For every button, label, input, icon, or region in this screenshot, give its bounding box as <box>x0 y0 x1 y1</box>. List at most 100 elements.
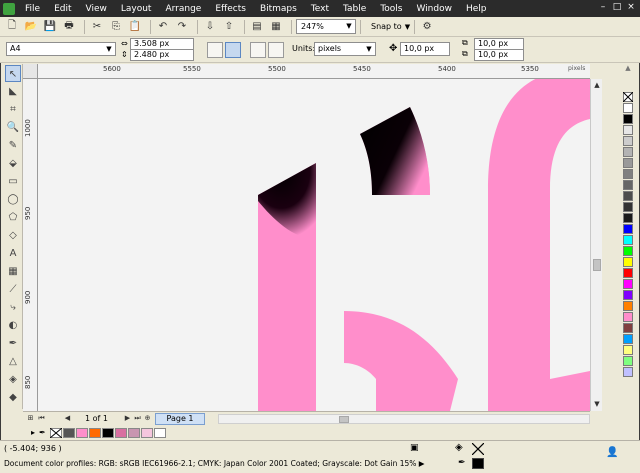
basic-shapes-tool-icon[interactable]: ◇ <box>5 227 21 244</box>
eyedropper-icon[interactable]: ✒ <box>39 428 46 437</box>
menu-text[interactable]: Text <box>304 4 336 14</box>
rectangle-tool-icon[interactable]: ▭ <box>5 173 21 190</box>
next-page-icon[interactable]: ▶ <box>123 414 132 423</box>
document-palette-swatch[interactable] <box>62 427 75 438</box>
options-icon[interactable]: ⚙ <box>419 19 435 35</box>
last-page-icon[interactable]: ⏭ <box>133 414 142 423</box>
menu-view[interactable]: View <box>79 4 114 14</box>
first-page-icon[interactable]: ⏮ <box>37 414 46 423</box>
user-account-icon[interactable]: 👤 <box>606 447 618 458</box>
interactive-fill-tool-icon[interactable]: ◆ <box>5 389 21 406</box>
palette-swatch[interactable] <box>623 202 633 212</box>
smart-fill-tool-icon[interactable]: ⬙ <box>5 155 21 172</box>
palette-swatch[interactable] <box>623 224 633 234</box>
menu-bitmaps[interactable]: Bitmaps <box>253 4 304 14</box>
palette-scroll-up-icon[interactable]: ▲ <box>620 64 636 92</box>
menu-window[interactable]: Window <box>409 4 459 14</box>
all-pages-icon[interactable] <box>250 42 266 58</box>
palette-swatch[interactable] <box>623 279 633 289</box>
palette-swatch[interactable] <box>623 191 633 201</box>
scroll-up-icon[interactable]: ▲ <box>592 80 602 90</box>
color-profiles[interactable]: Document color profiles: RGB: sRGB IEC61… <box>4 459 425 468</box>
eyedropper-tool-icon[interactable]: ✒ <box>5 335 21 352</box>
ruler-origin-corner[interactable] <box>23 64 38 79</box>
pink-shape-arch[interactable] <box>488 79 590 411</box>
scroll-thumb[interactable] <box>593 259 601 271</box>
palette-swatch[interactable] <box>623 169 633 179</box>
menu-help[interactable]: Help <box>459 4 494 14</box>
vertical-scrollbar[interactable]: ▲ ▼ <box>590 79 602 411</box>
document-palette-swatch[interactable] <box>101 427 114 438</box>
zoom-level-select[interactable]: 247% ▼ <box>296 19 356 34</box>
close-icon[interactable]: × <box>626 2 636 12</box>
palette-swatch[interactable] <box>623 180 633 190</box>
table-tool-icon[interactable]: ▦ <box>5 263 21 280</box>
minimize-icon[interactable]: – <box>598 2 608 12</box>
scroll-thumb[interactable] <box>339 416 349 423</box>
paste-icon[interactable]: 📋 <box>127 19 143 35</box>
snap-to-dropdown[interactable]: Snap to ▼ <box>371 22 410 31</box>
palette-swatch[interactable] <box>623 334 633 344</box>
palette-swatch[interactable] <box>623 257 633 267</box>
freehand-tool-icon[interactable]: ✎ <box>5 137 21 154</box>
vertical-ruler[interactable]: 1000 950 900 850 <box>23 79 38 411</box>
palette-swatch[interactable] <box>623 290 633 300</box>
open-icon[interactable]: 📂 <box>23 19 39 35</box>
palette-swatch[interactable] <box>623 323 633 333</box>
add-page-icon[interactable]: ⊕ <box>143 414 152 423</box>
palette-swatch[interactable] <box>623 345 633 355</box>
palette-swatch[interactable] <box>623 356 633 366</box>
zoom-tool-icon[interactable]: 🔍 <box>5 119 21 136</box>
fill-indicator-icon[interactable]: ◈ <box>455 442 469 456</box>
horizontal-scrollbar[interactable] <box>218 414 590 424</box>
page-height-field[interactable]: 2.480 px <box>130 49 194 61</box>
units-select[interactable]: pixels ▼ <box>314 42 376 56</box>
no-color-swatch[interactable] <box>623 92 633 102</box>
duplicate-y-field[interactable]: 10,0 px <box>474 49 524 61</box>
page-size-select[interactable]: A4 ▼ <box>6 42 116 56</box>
horizontal-ruler[interactable]: 5600 5550 5500 5450 5400 5350 pixels <box>23 64 590 79</box>
drawing-canvas[interactable] <box>38 79 590 411</box>
text-tool-icon[interactable]: A <box>5 245 21 262</box>
menu-file[interactable]: File <box>18 4 47 14</box>
document-palette-swatch[interactable] <box>140 427 153 438</box>
undo-icon[interactable]: ↶ <box>155 19 171 35</box>
scroll-down-icon[interactable]: ▼ <box>592 399 602 409</box>
document-palette-swatch[interactable] <box>88 427 101 438</box>
palette-swatch[interactable] <box>623 268 633 278</box>
application-launcher-icon[interactable]: ▤ <box>249 19 265 35</box>
page-options-icon[interactable]: ⊞ <box>26 414 35 423</box>
previous-page-icon[interactable]: ◀ <box>63 414 72 423</box>
connector-tool-icon[interactable]: ⤷ <box>5 299 21 316</box>
nudge-distance-field[interactable]: 10,0 px <box>400 42 450 56</box>
palette-swatch[interactable] <box>623 367 633 377</box>
polygon-tool-icon[interactable]: ⬠ <box>5 209 21 226</box>
ellipse-tool-icon[interactable]: ◯ <box>5 191 21 208</box>
outline-pen-tool-icon[interactable]: △ <box>5 353 21 370</box>
restore-icon[interactable]: □ <box>612 2 622 12</box>
new-document-icon[interactable]: 🗋 <box>4 19 20 35</box>
palette-swatch[interactable] <box>623 158 633 168</box>
crop-tool-icon[interactable]: ⌗ <box>5 101 21 118</box>
import-icon[interactable]: ⇩ <box>202 19 218 35</box>
portrait-icon[interactable] <box>207 42 223 58</box>
palette-swatch[interactable] <box>623 235 633 245</box>
cut-icon[interactable]: ✂ <box>89 19 105 35</box>
pick-tool-icon[interactable]: ↖ <box>5 65 21 82</box>
outline-color-swatch[interactable] <box>472 458 484 469</box>
menu-table[interactable]: Table <box>336 4 373 14</box>
no-color-swatch[interactable] <box>49 427 62 438</box>
palette-swatch[interactable] <box>623 312 633 322</box>
palette-menu-icon[interactable]: ▸ <box>31 428 35 437</box>
palette-swatch[interactable] <box>623 125 633 135</box>
fill-tool-icon[interactable]: ◈ <box>5 371 21 388</box>
pink-shape-arch-foot[interactable] <box>550 371 590 411</box>
menu-edit[interactable]: Edit <box>47 4 78 14</box>
pink-shape-bottom[interactable] <box>344 311 458 411</box>
redo-icon[interactable]: ↷ <box>174 19 190 35</box>
dimension-tool-icon[interactable]: ⟋ <box>5 281 21 298</box>
menu-tools[interactable]: Tools <box>373 4 409 14</box>
outline-pen-icon[interactable]: ✒ <box>458 458 466 468</box>
document-palette-swatch[interactable] <box>153 427 166 438</box>
landscape-icon[interactable] <box>225 42 241 58</box>
